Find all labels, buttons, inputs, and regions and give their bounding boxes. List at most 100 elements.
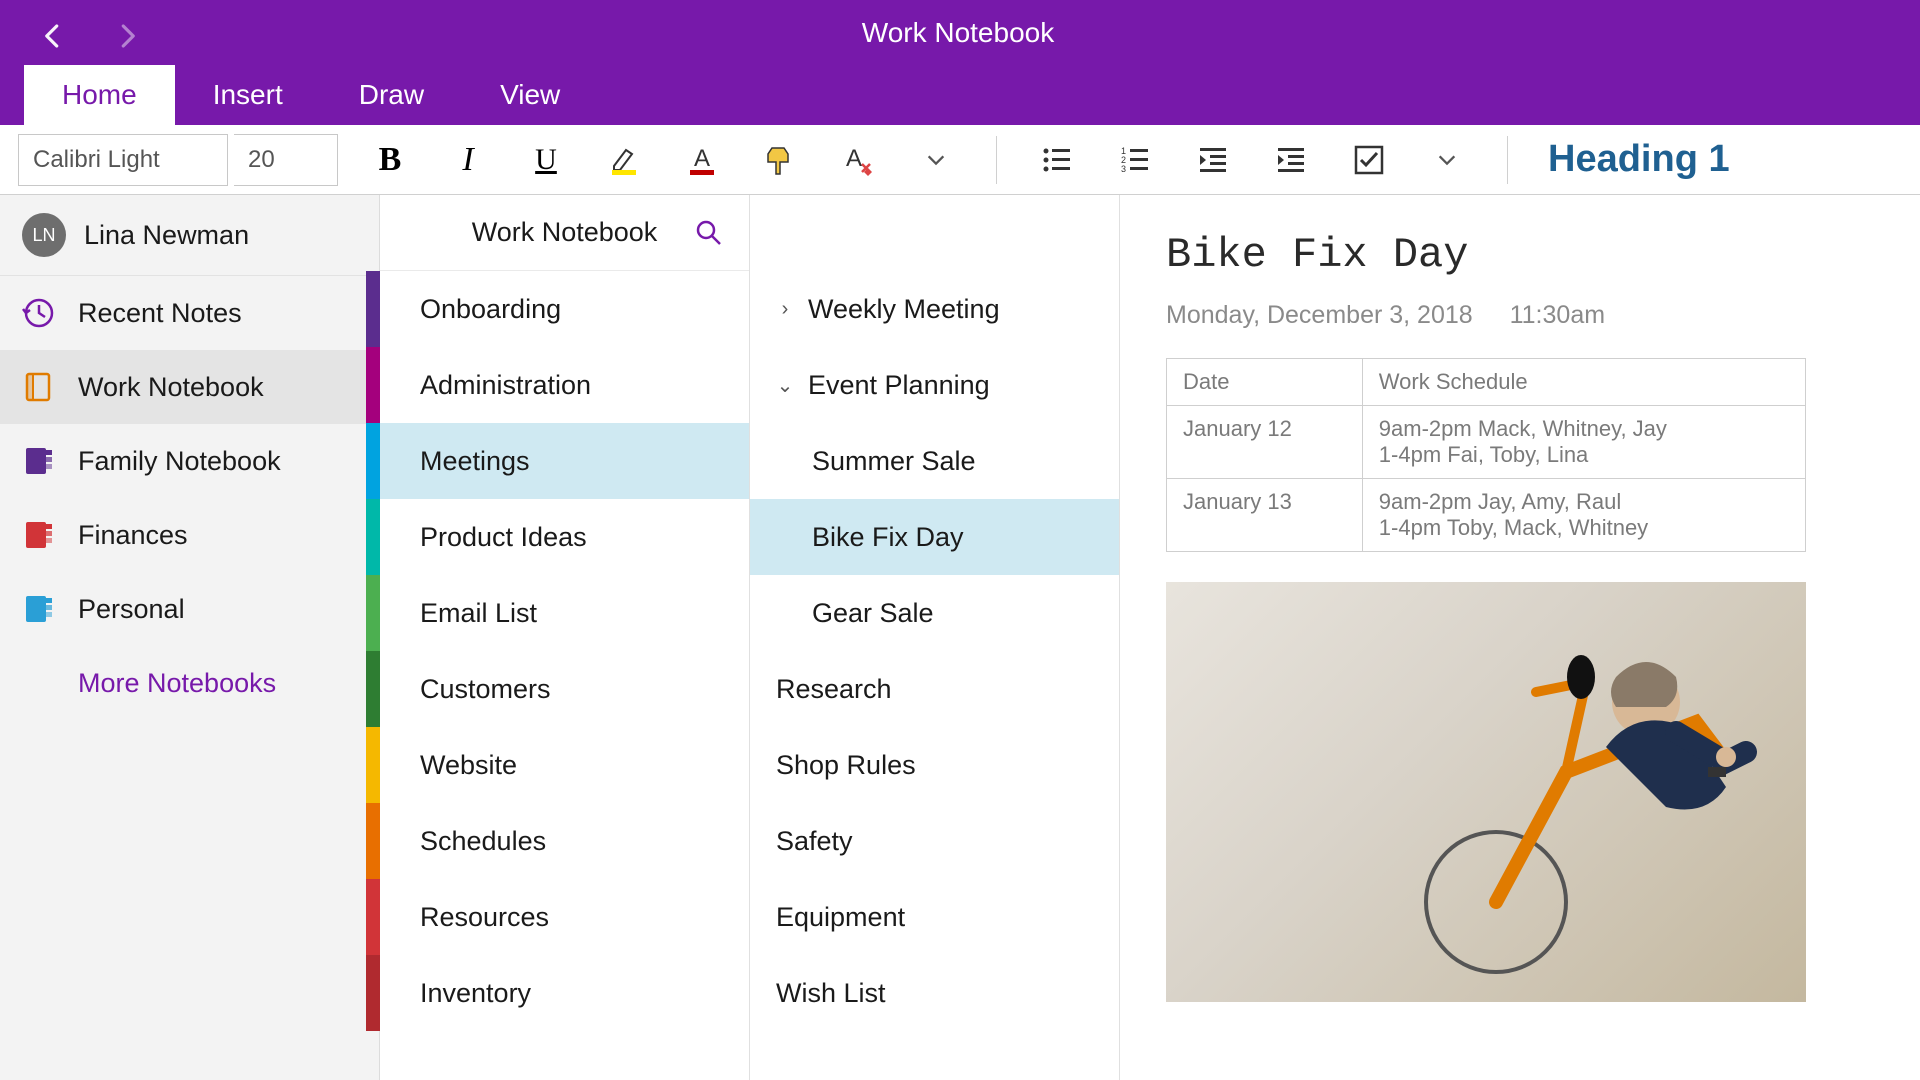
section-item[interactable]: Customers (366, 651, 749, 727)
tab-draw[interactable]: Draw (321, 65, 462, 125)
section-color-tab[interactable] (366, 423, 380, 499)
tab-insert[interactable]: Insert (175, 65, 321, 125)
note-canvas[interactable]: Bike Fix Day Monday, December 3, 2018 11… (1120, 195, 1920, 1080)
nav-work-notebook[interactable]: Work Notebook (0, 350, 379, 424)
section-color-tab[interactable] (366, 727, 380, 803)
page-item[interactable]: ⌄ Event Planning (750, 347, 1119, 423)
table-row[interactable]: January 129am-2pm Mack, Whitney, Jay1-4p… (1167, 406, 1806, 479)
table-header[interactable]: Work Schedule (1362, 359, 1805, 406)
chevron-down-icon[interactable]: ⌄ (776, 373, 794, 398)
section-item[interactable]: Onboarding (366, 271, 749, 347)
note-image[interactable] (1166, 582, 1806, 1002)
section-item[interactable]: Product Ideas (366, 499, 749, 575)
numbered-list-button[interactable]: 123 (1115, 140, 1155, 180)
page-item[interactable]: Shop Rules (750, 727, 1119, 803)
section-color-tab[interactable] (366, 347, 380, 423)
section-item[interactable]: Meetings (366, 423, 749, 499)
page-item[interactable]: Summer Sale (750, 423, 1119, 499)
section-item[interactable]: Resources (366, 879, 749, 955)
font-size-input[interactable] (234, 134, 338, 186)
schedule-table[interactable]: Date Work Schedule January 129am-2pm Mac… (1166, 358, 1806, 552)
note-date: Monday, December 3, 2018 (1166, 301, 1473, 329)
table-row[interactable]: January 139am-2pm Jay, Amy, Raul1-4pm To… (1167, 479, 1806, 552)
more-formatting-button[interactable] (916, 140, 956, 180)
history-icon (22, 296, 56, 330)
page-item[interactable]: Research (750, 651, 1119, 727)
page-label: Weekly Meeting (808, 294, 1000, 325)
page-item[interactable]: Bike Fix Day (750, 499, 1119, 575)
section-item[interactable]: Inventory (366, 955, 749, 1031)
user-profile[interactable]: LN Lina Newman (0, 195, 379, 276)
formatting-toolbar: B I U A A 123 (0, 125, 1920, 195)
bold-button[interactable]: B (370, 140, 410, 180)
increase-indent-button[interactable] (1271, 140, 1311, 180)
section-color-tab[interactable] (366, 575, 380, 651)
highlighter-button[interactable] (604, 140, 644, 180)
notebook-tabs-icon (22, 444, 56, 478)
chevron-right-icon[interactable]: › (776, 298, 794, 321)
nav-label: Finances (78, 520, 188, 551)
italic-button[interactable]: I (448, 140, 488, 180)
workspace: LN Lina Newman Recent Notes Work Noteboo… (0, 195, 1920, 1080)
page-item[interactable]: Equipment (750, 879, 1119, 955)
tab-home[interactable]: Home (24, 65, 175, 125)
page-item[interactable]: Safety (750, 803, 1119, 879)
nav-finances[interactable]: Finances (0, 498, 379, 572)
section-color-tab[interactable] (366, 499, 380, 575)
page-label: Bike Fix Day (812, 522, 964, 553)
bulleted-list-button[interactable] (1037, 140, 1077, 180)
table-cell[interactable]: January 12 (1167, 406, 1363, 479)
page-label: Gear Sale (812, 598, 934, 629)
section-item[interactable]: Email List (366, 575, 749, 651)
font-name-input[interactable] (18, 134, 228, 186)
table-cell[interactable]: 9am-2pm Mack, Whitney, Jay1-4pm Fai, Tob… (1362, 406, 1805, 479)
format-painter-button[interactable] (760, 140, 800, 180)
user-name: Lina Newman (84, 220, 249, 251)
section-color-tab[interactable] (366, 803, 380, 879)
nav-personal[interactable]: Personal (0, 572, 379, 646)
decrease-indent-button[interactable] (1193, 140, 1233, 180)
sections-panel: Work Notebook OnboardingAdministrationMe… (380, 195, 750, 1080)
forward-button[interactable] (112, 21, 136, 45)
page-label: Event Planning (808, 370, 990, 401)
page-title[interactable]: Bike Fix Day (1166, 231, 1874, 279)
page-label: Summer Sale (812, 446, 976, 477)
toolbar-divider (996, 136, 997, 184)
nav-family-notebook[interactable]: Family Notebook (0, 424, 379, 498)
notebook-icon (22, 370, 56, 404)
section-color-tab[interactable] (366, 271, 380, 347)
underline-button[interactable]: U (526, 140, 566, 180)
section-item[interactable]: Website (366, 727, 749, 803)
table-cell[interactable]: 9am-2pm Jay, Amy, Raul1-4pm Toby, Mack, … (1362, 479, 1805, 552)
section-color-tab[interactable] (366, 879, 380, 955)
page-item[interactable]: Gear Sale (750, 575, 1119, 651)
nav-recent-notes[interactable]: Recent Notes (0, 276, 379, 350)
back-button[interactable] (38, 21, 62, 45)
nav-label: Family Notebook (78, 446, 281, 477)
section-item[interactable]: Administration (366, 347, 749, 423)
nav-label: Work Notebook (78, 372, 264, 403)
more-notebooks-link[interactable]: More Notebooks (0, 646, 379, 721)
table-header[interactable]: Date (1167, 359, 1363, 406)
todo-checkbox-button[interactable] (1349, 140, 1389, 180)
notebook-tabs-icon (22, 592, 56, 626)
page-label: Shop Rules (776, 750, 916, 781)
more-paragraph-button[interactable] (1427, 140, 1467, 180)
pages-header-spacer (750, 195, 1119, 271)
page-label: Wish List (776, 978, 886, 1009)
search-button[interactable] (689, 213, 729, 253)
tab-view[interactable]: View (462, 65, 598, 125)
person-with-bike-icon (1386, 622, 1766, 982)
pages-panel: › Weekly Meeting ⌄ Event Planning Summer Sal… (750, 195, 1120, 1080)
section-item[interactable]: Schedules (366, 803, 749, 879)
section-color-tab[interactable] (366, 955, 380, 1031)
clear-formatting-button[interactable]: A (838, 140, 878, 180)
page-item[interactable]: › Weekly Meeting (750, 271, 1119, 347)
section-color-tab[interactable] (366, 651, 380, 727)
table-cell[interactable]: January 13 (1167, 479, 1363, 552)
page-item[interactable]: Wish List (750, 955, 1119, 1031)
font-color-button[interactable]: A (682, 140, 722, 180)
window-title: Work Notebook (136, 17, 1780, 49)
avatar: LN (22, 213, 66, 257)
style-heading-button[interactable]: Heading 1 (1548, 138, 1730, 181)
